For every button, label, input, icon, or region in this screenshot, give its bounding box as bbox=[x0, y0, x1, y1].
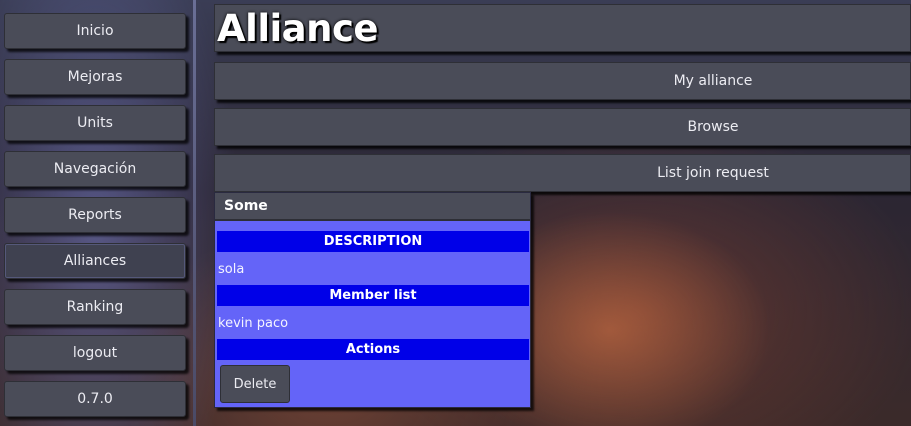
nav-label: Ranking bbox=[66, 299, 124, 315]
nav-label: logout bbox=[72, 345, 118, 361]
nav-mejoras-button[interactable]: Mejoras bbox=[4, 59, 186, 95]
tab-label: Browse bbox=[687, 119, 739, 135]
version-button[interactable]: 0.7.0 bbox=[4, 381, 186, 417]
member-list-header: Member list bbox=[217, 285, 529, 306]
nav-logout-button[interactable]: logout bbox=[4, 335, 186, 371]
member-list-text: kevin paco bbox=[218, 316, 289, 331]
alliance-panel: Some DESCRIPTION sola Member list kevin … bbox=[214, 192, 531, 408]
alliance-name: Some bbox=[215, 193, 530, 221]
page-title-bar: Alliance bbox=[214, 4, 911, 52]
nav-label: Units bbox=[77, 115, 113, 131]
nav-navegacion-button[interactable]: Navegación bbox=[4, 151, 186, 187]
page-title: Alliance bbox=[217, 7, 379, 50]
nav-ranking-button[interactable]: Ranking bbox=[4, 289, 186, 325]
nav-alliances-button[interactable]: Alliances bbox=[4, 243, 186, 279]
actions-header: Actions bbox=[217, 339, 529, 360]
description-text: sola bbox=[218, 262, 245, 277]
nav-inicio-button[interactable]: Inicio bbox=[4, 13, 186, 49]
nav-label: Alliances bbox=[63, 253, 127, 269]
nav-label: Mejoras bbox=[67, 69, 123, 85]
tab-list-join-request[interactable]: List join request bbox=[214, 154, 911, 192]
delete-button[interactable]: Delete bbox=[220, 365, 290, 403]
version-label: 0.7.0 bbox=[77, 391, 113, 407]
tab-label: My alliance bbox=[673, 73, 753, 89]
nav-reports-button[interactable]: Reports bbox=[4, 197, 186, 233]
tab-my-alliance[interactable]: My alliance bbox=[214, 62, 911, 100]
sidebar-nav: Inicio Mejoras Units Navegación Reports … bbox=[0, 0, 196, 426]
nav-units-button[interactable]: Units bbox=[4, 105, 186, 141]
description-header: DESCRIPTION bbox=[217, 231, 529, 252]
tab-label: List join request bbox=[657, 165, 769, 181]
nav-label: Reports bbox=[68, 207, 122, 223]
nav-label: Navegación bbox=[53, 161, 137, 177]
nav-label: Inicio bbox=[76, 23, 114, 39]
tab-browse[interactable]: Browse bbox=[214, 108, 911, 146]
